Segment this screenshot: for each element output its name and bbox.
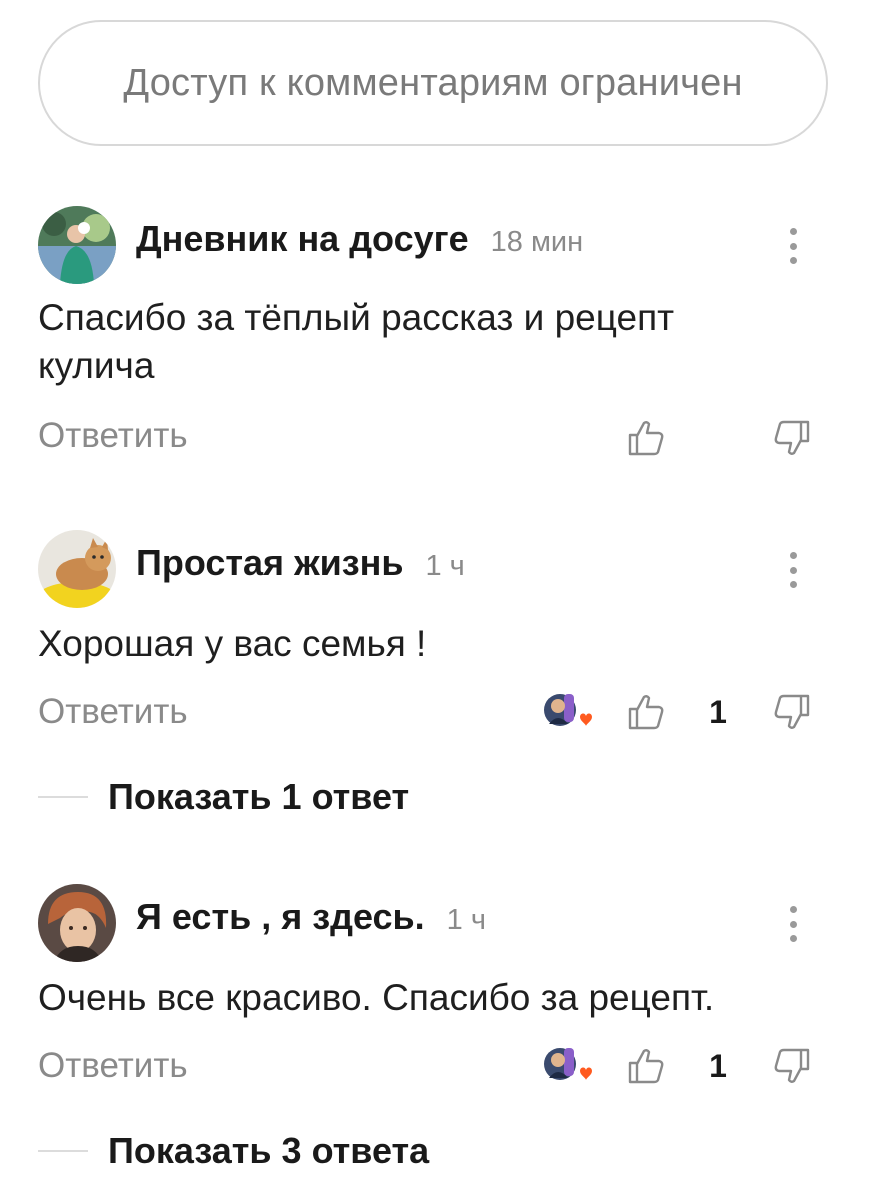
thumbs-up-icon[interactable]: [626, 418, 666, 458]
liker-avatar-icon: [544, 1048, 592, 1080]
like-count: 1: [709, 1048, 727, 1084]
heart-icon: [580, 713, 592, 726]
comment-time: 1 ч: [425, 550, 465, 582]
thumbs-down-icon[interactable]: [772, 692, 812, 732]
reply-button[interactable]: Ответить: [38, 1046, 188, 1086]
thumbs-down-icon[interactable]: [772, 418, 812, 458]
reply-button[interactable]: Ответить: [38, 692, 188, 732]
show-replies-label: Показать 1 ответ: [108, 776, 410, 817]
comment-text: Хорошая у вас семья !: [38, 623, 427, 664]
comment-time: 1 ч: [446, 904, 486, 936]
show-replies-button[interactable]: Показать 1 ответ: [38, 776, 409, 818]
like-count: 1: [709, 694, 727, 730]
comment-text: Очень все красиво. Спасибо за рецепт.: [38, 977, 715, 1018]
show-replies-button[interactable]: Показать 3 ответа: [38, 1130, 429, 1172]
show-replies-label: Показать 3 ответа: [108, 1130, 430, 1171]
avatar-image: [38, 884, 116, 962]
avatar[interactable]: [38, 530, 116, 608]
author-name[interactable]: Простая жизнь: [136, 542, 404, 584]
comment-header: Простая жизнь 1 ч: [136, 542, 465, 596]
comment-text: Спасибо за тёплый рассказ и рецепт кулич…: [38, 297, 675, 386]
more-options-icon[interactable]: [778, 548, 808, 592]
heart-icon: [580, 1067, 592, 1080]
reply-button[interactable]: Ответить: [38, 416, 188, 456]
divider-line: [38, 1150, 88, 1152]
thumbs-up-icon[interactable]: [626, 692, 666, 732]
avatar[interactable]: [38, 206, 116, 284]
more-options-icon[interactable]: [778, 902, 808, 946]
thumbs-down-icon[interactable]: [772, 1046, 812, 1086]
more-options-icon[interactable]: [778, 224, 808, 268]
divider-line: [38, 796, 88, 798]
liker-avatar-icon: [544, 694, 592, 726]
comments-restricted-notice: Доступ к комментариям ограничен: [38, 20, 828, 146]
avatar-image: [38, 206, 116, 284]
comment-header: Дневник на досуге 18 мин: [136, 218, 583, 272]
comment-header: Я есть , я здесь. 1 ч: [136, 896, 486, 950]
comment-time: 18 мин: [490, 226, 584, 258]
author-name[interactable]: Дневник на досуге: [136, 218, 469, 260]
thumbs-up-icon[interactable]: [626, 1046, 666, 1086]
avatar-image: [38, 530, 116, 608]
avatar[interactable]: [38, 884, 116, 962]
author-name[interactable]: Я есть , я здесь.: [136, 896, 425, 938]
